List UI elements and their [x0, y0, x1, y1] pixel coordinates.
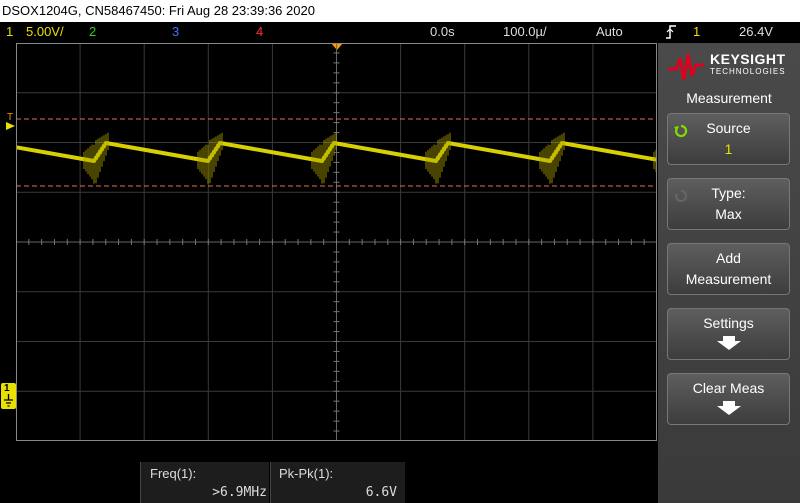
time-delay[interactable]: 0.0s	[430, 22, 455, 42]
time-scale[interactable]: 100.0µ/	[503, 22, 547, 42]
add-measurement-button[interactable]: Add Measurement	[667, 243, 790, 295]
brand-name: KEYSIGHT	[710, 51, 786, 67]
ch1-number[interactable]: 1	[6, 22, 13, 42]
ch1-ground-marker-label: 1	[4, 383, 10, 394]
graticule	[16, 43, 657, 441]
add-measurement-line2: Measurement	[685, 271, 772, 287]
trigger-level-marker[interactable]: T	[6, 112, 16, 132]
waveform-display[interactable]	[16, 43, 657, 441]
source-label: Source	[706, 120, 751, 136]
trigger-source[interactable]: 1	[693, 22, 700, 42]
keysight-wave-icon	[668, 53, 704, 81]
ch3-number[interactable]: 3	[172, 22, 179, 42]
down-arrow-icon	[716, 406, 741, 415]
down-arrow-icon	[716, 341, 741, 350]
ch4-number[interactable]: 4	[256, 22, 263, 42]
trigger-level[interactable]: 26.4V	[739, 22, 773, 42]
softkey-panel: KEYSIGHT TECHNOLOGIES Measurement Source…	[658, 43, 800, 503]
brand-subtitle: TECHNOLOGIES	[710, 67, 786, 76]
ch2-number[interactable]: 2	[89, 22, 96, 42]
menu-title: Measurement	[686, 90, 772, 106]
settings-button[interactable]: Settings	[667, 308, 790, 360]
add-measurement-line1: Add	[716, 250, 741, 266]
measurement-label: Pk-Pk(1):	[279, 466, 334, 481]
type-button[interactable]: Type: Max	[667, 178, 790, 230]
measurement-bar: Freq(1): >6.9MHz Pk-Pk(1): 6.6V	[0, 462, 658, 503]
type-value: Max	[715, 206, 742, 222]
measurement-value: 6.6V	[365, 485, 397, 500]
type-label: Type:	[711, 185, 746, 201]
window-title: DSOX1204G, CN58467450: Fri Aug 28 23:39:…	[0, 0, 800, 22]
ch1-scale[interactable]: 5.00V/	[26, 22, 64, 42]
measurement-label: Freq(1):	[150, 466, 197, 481]
clear-meas-label: Clear Meas	[692, 380, 765, 396]
ch1-ground-marker[interactable]: 1	[1, 383, 16, 409]
trigger-mode[interactable]: Auto	[596, 22, 623, 42]
measurement-freq[interactable]: Freq(1): >6.9MHz	[140, 462, 269, 503]
measurement-pkpk[interactable]: Pk-Pk(1): 6.6V	[270, 462, 405, 503]
status-bar: 1 5.00V/ 2 3 4 0.0s 100.0µ/ Auto 1 26.4V	[0, 22, 800, 42]
settings-label: Settings	[703, 315, 754, 331]
source-button[interactable]: Source 1	[667, 113, 790, 165]
source-value: 1	[724, 141, 733, 157]
clear-meas-button[interactable]: Clear Meas	[667, 373, 790, 425]
measurement-value: >6.9MHz	[212, 485, 267, 500]
